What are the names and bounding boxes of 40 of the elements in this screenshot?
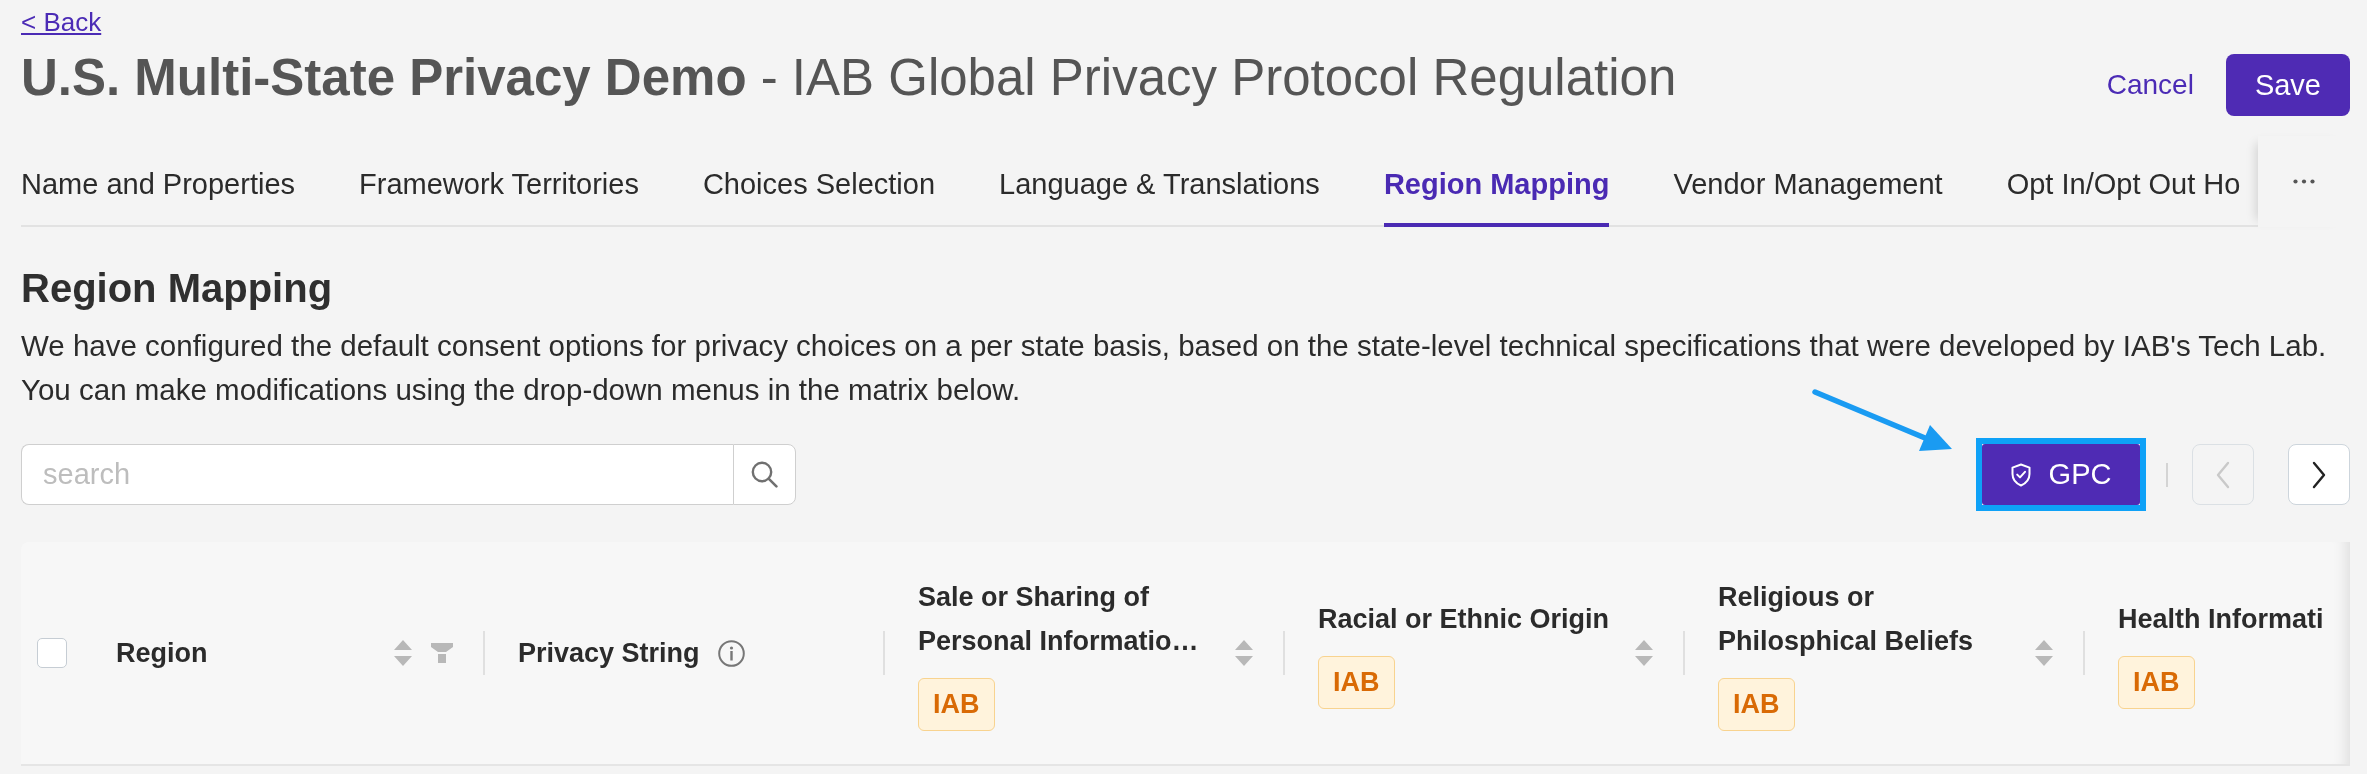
- column-header: Region: [116, 637, 208, 670]
- page-title: U.S. Multi-State Privacy Demo - IAB Global Privacy Protocol Regulation: [21, 48, 1678, 108]
- sort-icon[interactable]: [2035, 639, 2053, 667]
- sort-icon[interactable]: [1635, 639, 1653, 667]
- select-all-checkbox[interactable]: [37, 638, 67, 668]
- filter-icon[interactable]: [431, 643, 453, 663]
- sort-icon[interactable]: [394, 639, 412, 667]
- column-header: Privacy String: [518, 637, 700, 670]
- tab[interactable]: Region Mapping: [1383, 136, 1610, 227]
- tab[interactable]: Vendor Management: [1673, 136, 1943, 227]
- search-field[interactable]: search: [21, 444, 733, 505]
- more-icon: [2293, 179, 2315, 184]
- tab[interactable]: Choices Selection: [702, 136, 936, 227]
- next-page-button[interactable]: [2288, 444, 2350, 505]
- column-tag: IAB: [918, 678, 995, 731]
- shield-check-icon: [2010, 462, 2031, 487]
- cancel-link[interactable]: Cancel: [2106, 69, 2194, 101]
- section-heading: Region Mapping: [21, 265, 334, 312]
- search-icon: [751, 461, 778, 488]
- column-header: Health Informati: [2118, 603, 2324, 636]
- tab[interactable]: Language & Translations: [999, 136, 1320, 227]
- description-text: You can make modifications using the drop-down menus in the matrix below.: [21, 372, 1022, 408]
- chevron-left-icon: [2215, 460, 2231, 489]
- tab[interactable]: Name and Properties: [21, 136, 296, 227]
- column-tag: IAB: [1718, 678, 1795, 731]
- column-header: Racial or Ethnic Origin: [1318, 603, 1610, 636]
- info-icon[interactable]: [717, 639, 745, 667]
- column-tag: IAB: [2118, 656, 2195, 709]
- description-text: We have configured the default consent options for privacy choices on a per state basis, based on the state-level technical specifications that were developed by IAB's Tech Lab.: [21, 328, 2328, 364]
- search-button[interactable]: [733, 444, 796, 505]
- column-header: Religious or Philosphical Beliefs: [1718, 581, 1975, 658]
- gpc-button[interactable]: GPC: [1982, 444, 2140, 505]
- column-header: Sale or Sharing of Personal Informatio…: [918, 581, 1200, 658]
- tab[interactable]: Framework Territories: [359, 136, 639, 227]
- column-tag: IAB: [1318, 656, 1395, 709]
- back-link[interactable]: < Back: [21, 7, 102, 37]
- tab[interactable]: Opt In/Opt Out Ho: [2006, 136, 2241, 227]
- chevron-right-icon: [2311, 460, 2327, 489]
- save-button[interactable]: Save: [2225, 54, 2350, 116]
- sort-icon[interactable]: [1235, 639, 1253, 667]
